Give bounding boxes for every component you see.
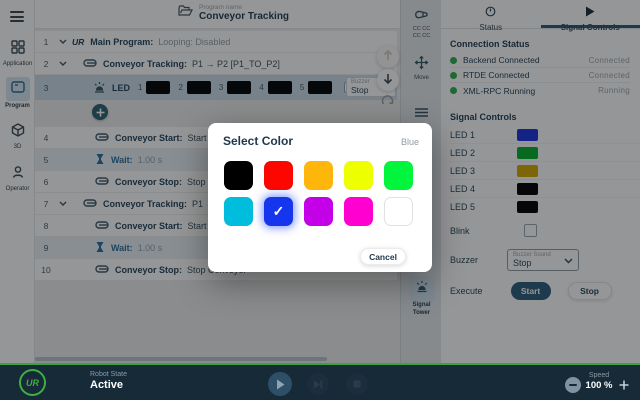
minus-icon [569, 384, 577, 386]
color-swatch-yellow[interactable] [344, 161, 373, 190]
dialog-title: Select Color [223, 134, 293, 148]
speed-display: Speed 100 % [585, 372, 613, 391]
speed-decrease-button[interactable] [565, 377, 581, 393]
skip-icon [313, 380, 323, 389]
color-swatch-red[interactable] [264, 161, 293, 190]
color-swatch-green[interactable] [384, 161, 413, 190]
color-swatch-magenta[interactable] [344, 197, 373, 226]
color-grid: ✓ [224, 161, 413, 226]
robot-state-label: Robot State [90, 371, 127, 378]
color-swatch-white[interactable] [384, 197, 413, 226]
select-color-dialog: Select Color Blue ✓ Cancel [208, 123, 432, 272]
cancel-button[interactable]: Cancel [360, 248, 406, 265]
play-button[interactable] [268, 372, 292, 396]
color-swatch-purple[interactable] [304, 197, 333, 226]
plus-icon [619, 380, 629, 390]
check-icon: ✓ [264, 197, 293, 226]
color-swatch-cyan[interactable] [224, 197, 253, 226]
ur-robot-logo: UR [19, 369, 46, 396]
speed-value: 100 % [585, 380, 613, 391]
color-swatch-black[interactable] [224, 161, 253, 190]
bottom-status-bar: UR Robot State Active Speed 100 % [0, 363, 640, 400]
color-swatch-orange[interactable] [304, 161, 333, 190]
robot-state: Robot State Active [90, 371, 127, 391]
selected-color-name: Blue [401, 137, 419, 147]
app-window: Application Program 3D Operator Program … [0, 0, 640, 400]
color-swatch-blue-selected[interactable]: ✓ [264, 197, 293, 226]
stop-playback-button[interactable] [346, 373, 368, 395]
play-icon [276, 379, 285, 390]
skip-to-end-button[interactable] [307, 373, 329, 395]
speed-label: Speed [585, 372, 613, 379]
speed-increase-button[interactable] [616, 377, 632, 393]
stop-square-icon [353, 380, 361, 388]
robot-state-value: Active [90, 379, 127, 391]
